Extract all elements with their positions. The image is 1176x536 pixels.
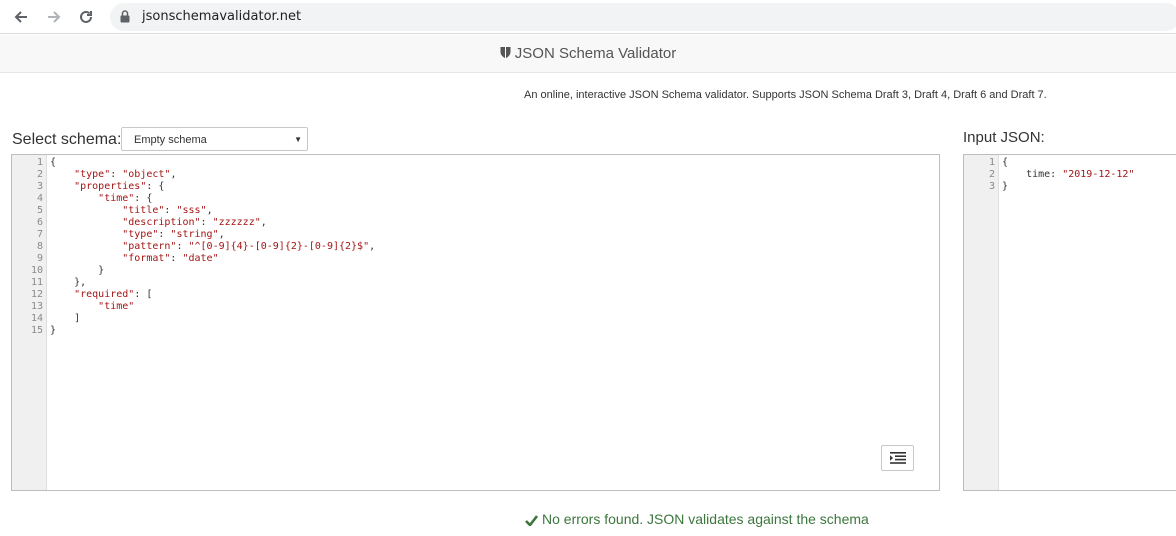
- reload-icon: [80, 10, 92, 23]
- schema-code-line: },: [50, 277, 87, 288]
- schema-line-number: 7: [36, 229, 43, 240]
- schema-line-number: 8: [36, 241, 43, 252]
- shield-icon: [500, 47, 511, 59]
- site-tagline: An online, interactive JSON Schema valid…: [524, 89, 1047, 101]
- format-button[interactable]: [881, 445, 914, 471]
- back-button[interactable]: [9, 5, 33, 29]
- site-title: JSON Schema Validator: [514, 45, 677, 62]
- input-editor-gutter: 123: [964, 155, 999, 490]
- schema-code-line: }: [50, 265, 105, 276]
- schema-line-number: 13: [30, 301, 43, 312]
- schema-line-number: 6: [36, 217, 43, 228]
- schema-editor[interactable]: 1 2 3 4 5 6 7 8 9 10 11 12 13 14 15 { "type": "object"…: [11, 154, 940, 491]
- schema-select[interactable]: Empty schema ▼: [121, 127, 308, 151]
- back-arrow-icon: [14, 11, 27, 23]
- input-code-line: }: [1002, 181, 1009, 192]
- schema-code-line: "type": "object",: [74, 169, 177, 180]
- schema-code-line: "type": "string",: [122, 229, 225, 240]
- format-icon: [889, 452, 906, 464]
- schema-line-number: 4: [36, 193, 43, 204]
- schema-code-line: "description": "zzzzzz",: [122, 217, 267, 228]
- url-text: jsonschemavalidator.net: [142, 9, 302, 24]
- schema-line-number: 5: [36, 205, 43, 216]
- schema-line-number: 3: [36, 181, 43, 192]
- lock-icon: [120, 10, 130, 23]
- schema-line-number: 12: [30, 289, 43, 300]
- input-editor-code[interactable]: { time: "2019-12-12"}: [1002, 157, 1176, 193]
- schema-line-number: 10: [30, 265, 43, 276]
- schema-code-line: "pattern": "^[0-9]{4}-[0-9]{2}-[0-9]{2}$…: [122, 241, 376, 252]
- schema-code-line: }: [50, 325, 57, 336]
- schema-code-line: ]: [50, 313, 81, 324]
- schema-code-line: "time": [98, 301, 135, 312]
- chevron-down-icon: ▼: [294, 135, 302, 144]
- schema-code-line: "time": {: [98, 193, 153, 204]
- input-line-number: 1: [988, 157, 995, 168]
- reload-button[interactable]: [74, 5, 98, 29]
- input-json-label: Input JSON:: [963, 129, 1045, 146]
- forward-button[interactable]: [42, 5, 66, 29]
- input-code-line: {: [1002, 157, 1009, 168]
- schema-line-number: 14: [30, 313, 43, 324]
- address-bar[interactable]: jsonschemavalidator.net: [110, 3, 1176, 31]
- input-json-editor[interactable]: 123 { time: "2019-12-12"}: [963, 154, 1176, 491]
- site-brand[interactable]: JSON Schema Validator: [0, 45, 1176, 62]
- schema-editor-gutter: 1 2 3 4 5 6 7 8 9 10 11 12 13 14 15: [12, 155, 47, 490]
- check-icon: [525, 515, 538, 526]
- input-code-line: time: "2019-12-12": [1002, 169, 1135, 180]
- input-line-number: 2: [988, 169, 995, 180]
- schema-line-number: 15: [30, 325, 43, 336]
- schema-code-line: "format": "date": [122, 253, 219, 264]
- schema-code-line: "properties": {: [74, 181, 165, 192]
- schema-line-number: 9: [36, 253, 43, 264]
- schema-code-line: "required": [: [74, 289, 153, 300]
- validation-message: No errors found. JSON validates against …: [542, 511, 869, 527]
- schema-line-number: 11: [30, 277, 43, 288]
- select-schema-label: Select schema:: [12, 131, 122, 148]
- schema-select-value: Empty schema: [134, 134, 207, 146]
- input-line-number: 3: [988, 181, 995, 192]
- schema-code-line: {: [50, 157, 57, 168]
- validation-status: No errors found. JSON validates against …: [525, 511, 869, 527]
- site-header: JSON Schema Validator: [0, 35, 1176, 73]
- schema-line-number: 2: [36, 169, 43, 180]
- schema-code-line: "title": "sss",: [122, 205, 213, 216]
- schema-editor-code[interactable]: { "type": "object", "properties": { "tim…: [50, 157, 939, 337]
- browser-toolbar: jsonschemavalidator.net: [0, 0, 1176, 34]
- schema-line-number: 1: [36, 157, 43, 168]
- forward-arrow-icon: [48, 11, 61, 23]
